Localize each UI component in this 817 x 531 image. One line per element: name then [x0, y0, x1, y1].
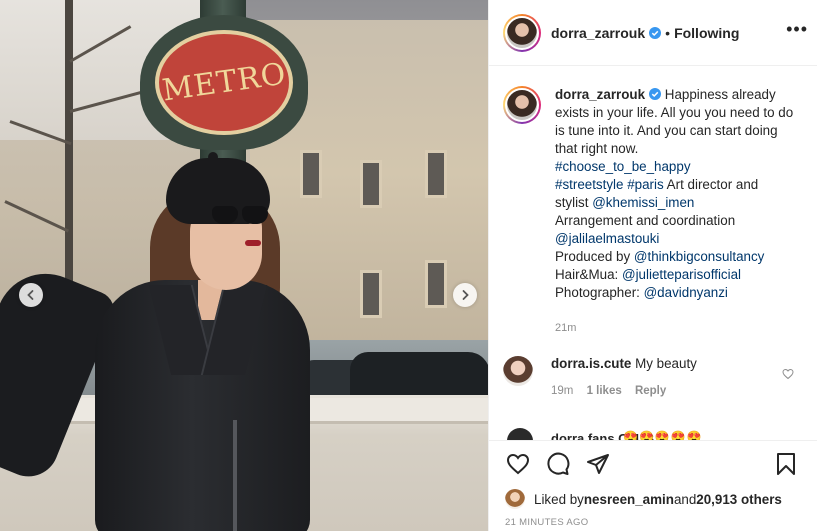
- caption-username[interactable]: dorra_zarrouk: [555, 87, 645, 102]
- comment-body: dorra.is.cute My beauty 19m 1 likes Repl…: [551, 356, 697, 397]
- liker-avatar[interactable]: [505, 489, 525, 509]
- commenter-avatar[interactable]: [507, 428, 533, 440]
- paper-plane-icon: [587, 454, 609, 474]
- caption-timestamp[interactable]: 21m: [555, 322, 576, 334]
- sunglass-lens: [212, 206, 238, 224]
- author-avatar: [505, 15, 539, 50]
- caption-text: dorra_zarrouk Happiness already exists i…: [555, 86, 795, 302]
- comment-time[interactable]: 19m: [551, 385, 573, 397]
- photo-window: [360, 270, 382, 318]
- caption-body: Hair&Mua:: [555, 267, 622, 282]
- like-button[interactable]: [505, 452, 531, 478]
- metro-sign-text: METRO: [159, 56, 289, 109]
- author-username[interactable]: dorra_zarrouk: [551, 25, 645, 41]
- bookmark-icon: [777, 453, 795, 475]
- comment-likes-label: likes: [596, 385, 622, 397]
- post-photo[interactable]: METRO: [0, 0, 488, 531]
- sunglass-lens: [242, 206, 268, 224]
- chevron-left-icon: [27, 290, 34, 300]
- share-button[interactable]: [585, 452, 611, 478]
- carousel-prev-button[interactable]: [19, 283, 43, 307]
- post-header: dorra_zarrouk • Following •••: [489, 0, 817, 66]
- following-button[interactable]: Following: [674, 25, 739, 41]
- caption-avatar: [505, 88, 539, 122]
- comment-reply-button[interactable]: Reply: [635, 385, 666, 397]
- liker-username[interactable]: nesreen_amin: [584, 492, 674, 507]
- likes-summary: Liked by nesreen_amin and 20,913 others: [505, 489, 782, 509]
- comment-item: dorra.is.cute My beauty 19m 1 likes Repl…: [503, 356, 808, 397]
- header-separator: •: [665, 24, 671, 41]
- save-button[interactable]: [773, 452, 799, 478]
- comment-icon: [547, 452, 570, 475]
- caption-avatar-ring[interactable]: [503, 86, 541, 124]
- mention-link[interactable]: @julietteparisofficial: [622, 267, 741, 282]
- commenter-username[interactable]: dorra.is.cute: [551, 356, 631, 371]
- figure-zipper: [233, 420, 237, 531]
- hashtag-link[interactable]: #paris: [627, 177, 663, 192]
- chevron-right-icon: [462, 290, 469, 300]
- photo-window: [425, 260, 447, 308]
- verified-badge-icon: [649, 88, 662, 100]
- post-side-panel: dorra_zarrouk • Following ••• dorra_zarr…: [488, 0, 817, 531]
- post-timestamp[interactable]: 21 MINUTES AGO: [505, 517, 588, 528]
- carousel-next-button[interactable]: [453, 283, 477, 307]
- mention-link[interactable]: @khemissi_imen: [592, 195, 694, 210]
- comment-text: 😍😍😍😍😍: [623, 430, 703, 440]
- author-avatar-ring[interactable]: [503, 13, 541, 52]
- heart-icon: [506, 453, 530, 475]
- photo-window: [425, 150, 447, 198]
- likes-prefix: Liked by: [534, 491, 584, 507]
- caption: dorra_zarrouk Happiness already exists i…: [503, 86, 808, 302]
- likes-count-link[interactable]: 20,913 others: [696, 492, 782, 507]
- caption-body: Produced by: [555, 249, 634, 264]
- comment-item-partial: dorra.fans.CLUB 😍😍😍😍😍: [503, 428, 808, 440]
- caption-body: Arrangement and coordination: [555, 213, 736, 228]
- mention-link[interactable]: @thinkbigconsultancy: [634, 249, 764, 264]
- heart-icon[interactable]: [782, 368, 794, 380]
- comment-text: My beauty: [631, 356, 697, 371]
- comment-likes-button[interactable]: 1 likes: [587, 385, 622, 397]
- figure-lips: [245, 240, 261, 246]
- verified-badge-icon: [649, 26, 662, 39]
- hashtag-link[interactable]: #streetstyle: [555, 177, 623, 192]
- mention-link[interactable]: @jalilaelmastouki: [555, 231, 659, 246]
- commenter-avatar[interactable]: [503, 356, 533, 386]
- comment-button[interactable]: [545, 452, 571, 478]
- figure-sunglasses: [212, 206, 270, 226]
- mention-link[interactable]: @davidnyanzi: [644, 285, 728, 300]
- comment-meta: 19m 1 likes Reply: [551, 385, 697, 397]
- hashtag-link[interactable]: #choose_to_be_happy: [555, 159, 691, 174]
- photo-window: [300, 150, 322, 198]
- caption-body: Photographer:: [555, 285, 644, 300]
- instagram-post: METRO dorra_zarrouk • Following ••• dorr…: [0, 0, 817, 531]
- more-options-icon[interactable]: •••: [786, 19, 808, 40]
- figure-beret-nub: [208, 152, 218, 162]
- metro-sign: METRO: [155, 30, 293, 135]
- post-actions: Liked by nesreen_amin and 20,913 others …: [489, 440, 817, 530]
- likes-middle: and: [673, 491, 697, 507]
- photo-window: [360, 160, 382, 208]
